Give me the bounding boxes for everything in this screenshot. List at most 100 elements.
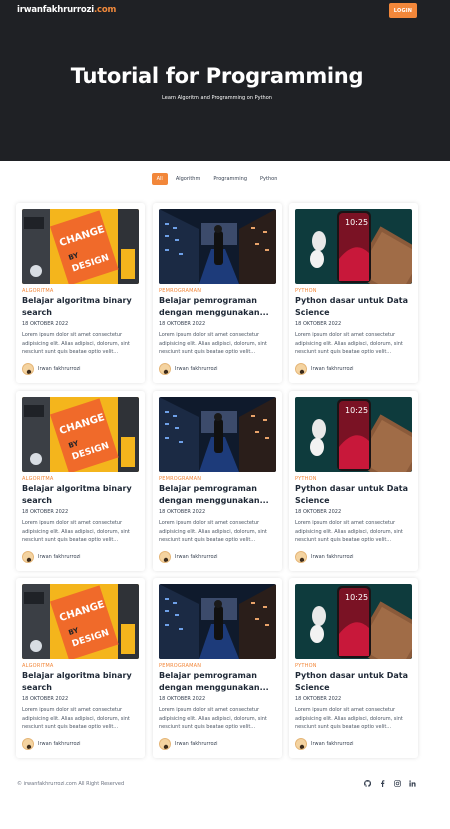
- post-title[interactable]: Python dasar untuk Data Science: [295, 483, 412, 507]
- page-title: Tutorial for Programming: [70, 64, 364, 88]
- post-category: ALGORITMA: [22, 663, 54, 669]
- author-avatar: [22, 738, 34, 750]
- author-name: Irwan fakhrurrozi: [311, 366, 354, 372]
- change-by-design-image: CHANGE BY DESIGN: [22, 584, 139, 659]
- phone-earbuds-image: 10:25: [295, 397, 412, 472]
- filter-python[interactable]: Python: [255, 173, 282, 185]
- author-avatar: [295, 551, 307, 563]
- filter-programming[interactable]: Programming: [208, 173, 252, 185]
- post-title[interactable]: Belajar algoritma binary search: [22, 483, 139, 507]
- instagram-icon[interactable]: [394, 779, 401, 787]
- post-title[interactable]: Belajar pemrograman dengan menggunakan..…: [159, 670, 276, 694]
- post-excerpt: Lorem ipsum dolor sit amet consectetur a…: [295, 520, 403, 543]
- post-date: 18 OKTOBER 2022: [22, 509, 69, 515]
- login-button[interactable]: LOGIN: [389, 3, 417, 18]
- post-category: PYTHON: [295, 288, 317, 294]
- post-thumbnail[interactable]: CHANGE BY DESIGN: [22, 584, 139, 659]
- post-thumbnail[interactable]: 10:25: [295, 209, 412, 284]
- post-thumbnail[interactable]: 10:25: [295, 397, 412, 472]
- hero-banner: irwanfakhrurrozi.com LOGIN Tutorial for …: [0, 0, 450, 161]
- post-date: 18 OKTOBER 2022: [295, 509, 342, 515]
- post-card[interactable]: 10:25 PYTHON Python dasar untuk Data Scie…: [289, 203, 418, 383]
- site-logo[interactable]: irwanfakhrurrozi.com: [17, 5, 116, 15]
- page-subtitle: Learn Algoritm and Programming on Python: [162, 95, 272, 101]
- post-category: ALGORITMA: [22, 476, 54, 482]
- post-title[interactable]: Belajar algoritma binary search: [22, 670, 139, 694]
- author-name: Irwan fakhrurrozi: [38, 554, 81, 560]
- author-avatar: [295, 363, 307, 375]
- post-category: PEMROGRAMAN: [159, 288, 202, 294]
- author-name: Irwan fakhrurrozi: [38, 741, 81, 747]
- footer-copyright: © irwanfakhrurrozi.com All Right Reserve…: [17, 781, 125, 787]
- phone-earbuds-image: 10:25: [295, 584, 412, 659]
- post-excerpt: Lorem ipsum dolor sit amet consectetur a…: [159, 520, 267, 543]
- post-thumbnail[interactable]: [159, 397, 276, 472]
- post-category: ALGORITMA: [22, 288, 54, 294]
- change-by-design-image: CHANGE BY DESIGN: [22, 397, 139, 472]
- author-avatar: [159, 363, 171, 375]
- author-name: Irwan fakhrurrozi: [175, 366, 218, 372]
- post-thumbnail[interactable]: CHANGE BY DESIGN: [22, 397, 139, 472]
- linkedin-icon[interactable]: [409, 779, 416, 787]
- author-avatar: [22, 363, 34, 375]
- author-avatar: [159, 551, 171, 563]
- post-date: 18 OKTOBER 2022: [295, 321, 342, 327]
- facebook-icon[interactable]: [379, 779, 386, 787]
- filter-all[interactable]: All: [151, 173, 168, 185]
- server-room-image: [159, 584, 276, 659]
- social-links: [364, 779, 416, 787]
- post-title[interactable]: Belajar pemrograman dengan menggunakan..…: [159, 483, 276, 507]
- post-category: PEMROGRAMAN: [159, 663, 202, 669]
- author-name: Irwan fakhrurrozi: [311, 554, 354, 560]
- post-card[interactable]: 10:25 PYTHON Python dasar untuk Data Scie…: [289, 391, 418, 571]
- post-card[interactable]: PEMROGRAMAN Belajar pemrograman dengan me…: [153, 578, 282, 758]
- post-card[interactable]: CHANGE BY DESIGN ALGORITMA Belajar algori…: [16, 391, 145, 571]
- author-avatar: [22, 551, 34, 563]
- post-date: 18 OKTOBER 2022: [22, 321, 69, 327]
- post-date: 18 OKTOBER 2022: [159, 696, 206, 702]
- post-excerpt: Lorem ipsum dolor sit amet consectetur a…: [22, 707, 130, 730]
- logo-name: irwanfakhrurrozi: [17, 5, 95, 15]
- post-excerpt: Lorem ipsum dolor sit amet consectetur a…: [22, 520, 130, 543]
- post-category: PYTHON: [295, 663, 317, 669]
- post-date: 18 OKTOBER 2022: [295, 696, 342, 702]
- post-date: 18 OKTOBER 2022: [22, 696, 69, 702]
- post-date: 18 OKTOBER 2022: [159, 509, 206, 515]
- post-card[interactable]: CHANGE BY DESIGN ALGORITMA Belajar algori…: [16, 203, 145, 383]
- post-thumbnail[interactable]: [159, 584, 276, 659]
- post-excerpt: Lorem ipsum dolor sit amet consectetur a…: [295, 332, 403, 355]
- post-excerpt: Lorem ipsum dolor sit amet consectetur a…: [22, 332, 130, 355]
- post-title[interactable]: Belajar pemrograman dengan menggunakan..…: [159, 295, 276, 319]
- svg-text:10:25: 10:25: [345, 406, 368, 415]
- server-room-image: [159, 209, 276, 284]
- filter-algorithm[interactable]: Algorithm: [171, 173, 206, 185]
- github-icon[interactable]: [364, 779, 371, 787]
- post-excerpt: Lorem ipsum dolor sit amet consectetur a…: [159, 332, 267, 355]
- post-title[interactable]: Python dasar untuk Data Science: [295, 670, 412, 694]
- post-title[interactable]: Belajar algoritma binary search: [22, 295, 139, 319]
- author-name: Irwan fakhrurrozi: [175, 554, 218, 560]
- post-category: PEMROGRAMAN: [159, 476, 202, 482]
- author-name: Irwan fakhrurrozi: [311, 741, 354, 747]
- phone-earbuds-image: 10:25: [295, 209, 412, 284]
- post-thumbnail[interactable]: 10:25: [295, 584, 412, 659]
- server-room-image: [159, 397, 276, 472]
- author-avatar: [159, 738, 171, 750]
- post-card[interactable]: PEMROGRAMAN Belajar pemrograman dengan me…: [153, 203, 282, 383]
- post-card[interactable]: 10:25 PYTHON Python dasar untuk Data Scie…: [289, 578, 418, 758]
- post-card[interactable]: PEMROGRAMAN Belajar pemrograman dengan me…: [153, 391, 282, 571]
- category-filter-bar: All Algorithm Programming Python: [0, 173, 434, 185]
- post-thumbnail[interactable]: CHANGE BY DESIGN: [22, 209, 139, 284]
- logo-domain: .com: [94, 5, 117, 15]
- post-category: PYTHON: [295, 476, 317, 482]
- post-thumbnail[interactable]: [159, 209, 276, 284]
- post-excerpt: Lorem ipsum dolor sit amet consectetur a…: [159, 707, 267, 730]
- author-name: Irwan fakhrurrozi: [175, 741, 218, 747]
- svg-text:10:25: 10:25: [345, 593, 368, 602]
- post-date: 18 OKTOBER 2022: [159, 321, 206, 327]
- post-title[interactable]: Python dasar untuk Data Science: [295, 295, 412, 319]
- svg-text:10:25: 10:25: [345, 218, 368, 227]
- post-card[interactable]: CHANGE BY DESIGN ALGORITMA Belajar algori…: [16, 578, 145, 758]
- post-excerpt: Lorem ipsum dolor sit amet consectetur a…: [295, 707, 403, 730]
- author-avatar: [295, 738, 307, 750]
